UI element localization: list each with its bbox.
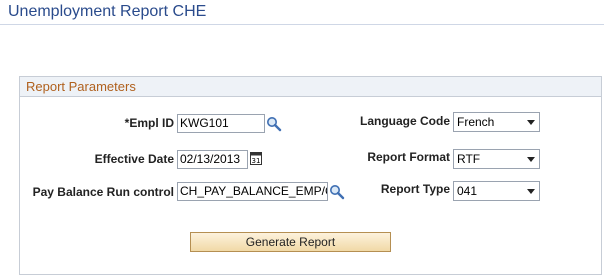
language-code-label: Language Code	[359, 114, 450, 128]
effective-date-label: Effective Date	[94, 152, 174, 166]
report-format-label: Report Format	[367, 150, 450, 164]
page-title: Unemployment Report CHE	[8, 3, 207, 20]
empl-id-label: *Empl ID	[124, 116, 174, 130]
pay-balance-label: Pay Balance Run control	[32, 185, 174, 199]
report-format-select[interactable]: RTF	[453, 149, 540, 169]
pay-balance-input[interactable]: CH_PAY_BALANCE_EMP/C	[177, 182, 328, 201]
empl-id-input[interactable]: KWG101	[177, 114, 265, 133]
chevron-down-icon	[527, 157, 535, 162]
language-code-value: French	[457, 115, 495, 129]
report-type-label: Report Type	[380, 182, 450, 196]
report-type-value: 041	[457, 184, 478, 198]
title-divider	[0, 24, 604, 25]
report-format-value: RTF	[457, 152, 481, 166]
chevron-down-icon	[527, 120, 535, 125]
generate-report-button[interactable]: Generate Report	[190, 232, 391, 252]
calendar-day-text: 31	[252, 157, 261, 165]
group-title: Report Parameters	[20, 77, 601, 97]
report-type-select[interactable]: 041	[453, 181, 540, 201]
calendar-icon[interactable]: 31	[250, 151, 262, 165]
effective-date-input[interactable]: 02/13/2013	[177, 150, 248, 169]
magnifier-icon[interactable]	[266, 116, 282, 132]
language-code-select[interactable]: French	[453, 112, 540, 132]
chevron-down-icon	[527, 189, 535, 194]
